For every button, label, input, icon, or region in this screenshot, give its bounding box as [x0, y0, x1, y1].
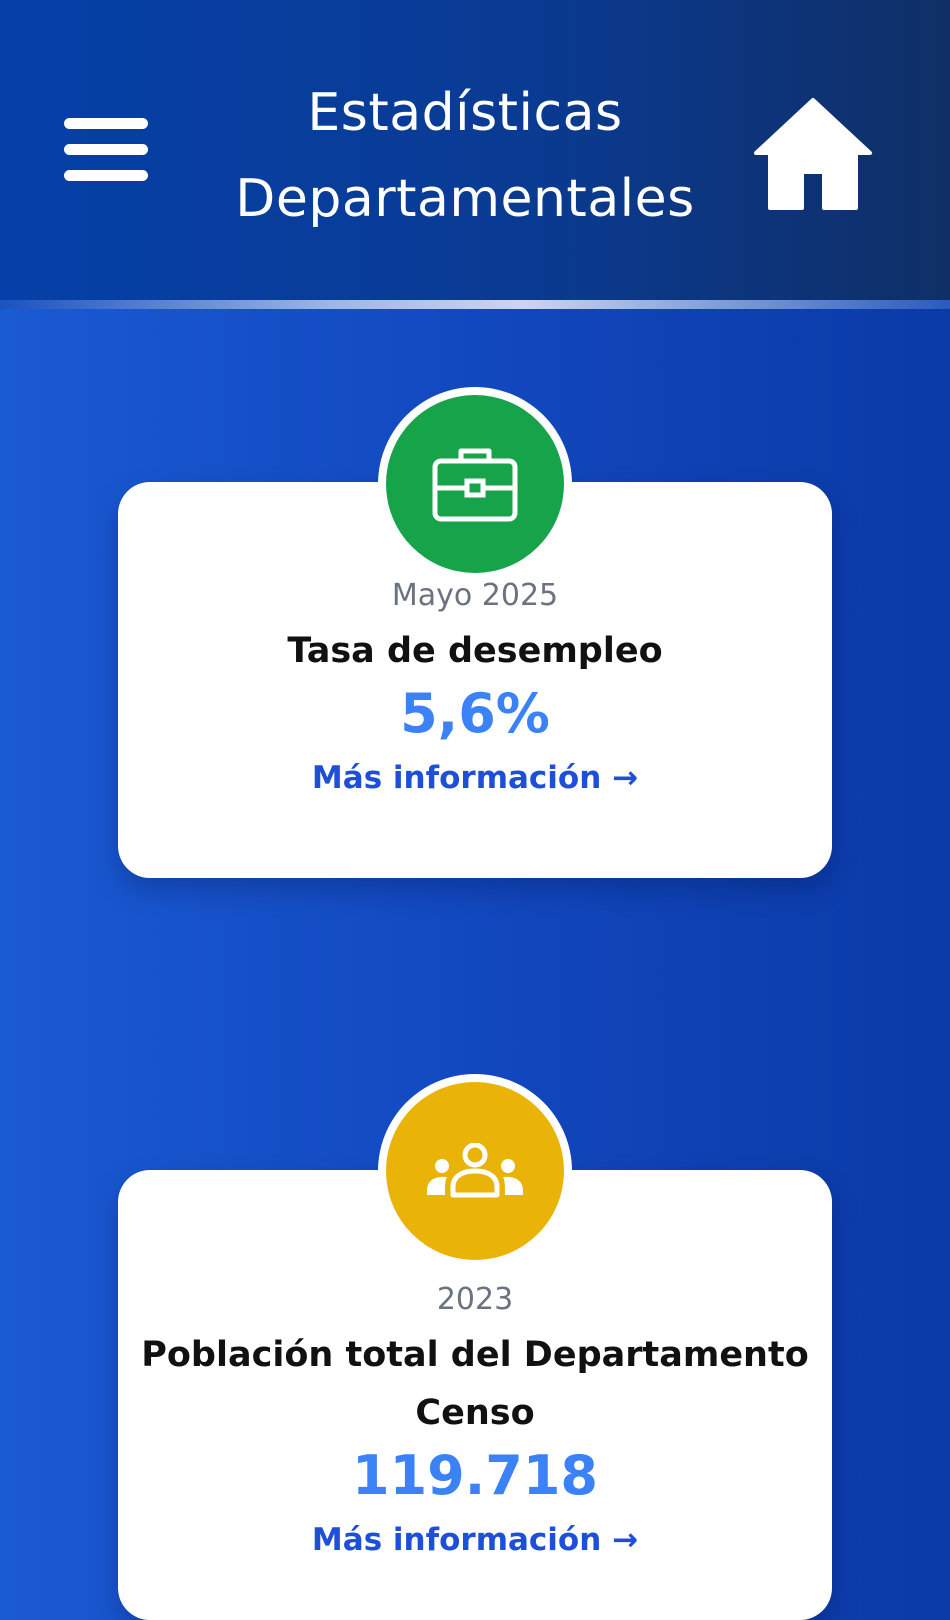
title-line-1: Estadísticas	[307, 83, 623, 143]
unemployment-badge	[378, 387, 572, 581]
card-label-line-2: Censo	[415, 1393, 535, 1433]
app-header: Estadísticas Departamentales	[0, 0, 950, 305]
card-value: 5,6%	[400, 682, 550, 745]
hamburger-menu-button[interactable]	[58, 112, 152, 192]
header-divider	[0, 300, 950, 309]
card-label: Tasa de desempleo	[287, 631, 663, 671]
menu-bar	[64, 144, 148, 155]
population-badge	[378, 1074, 572, 1268]
title-line-2: Departamentales	[235, 169, 695, 229]
home-icon	[754, 98, 872, 210]
card-label-line-1: Población total del Departamento	[141, 1335, 809, 1375]
badge-circle	[386, 1082, 564, 1260]
more-info-link[interactable]: Más información →	[118, 1522, 832, 1558]
home-button[interactable]	[752, 96, 874, 212]
more-info-link[interactable]: Más información →	[118, 760, 832, 796]
card-period: Mayo 2025	[391, 578, 559, 613]
badge-circle	[386, 395, 564, 573]
page-title: Estadísticas Departamentales	[210, 70, 720, 242]
card-value: 119.718	[352, 1444, 598, 1507]
menu-bar	[64, 118, 148, 129]
card-period: 2023	[436, 1282, 514, 1317]
briefcase-icon	[432, 448, 518, 522]
card-label: Población total del Departamento Censo	[118, 1326, 832, 1442]
menu-bar	[64, 170, 148, 181]
people-group-icon	[427, 1143, 523, 1198]
